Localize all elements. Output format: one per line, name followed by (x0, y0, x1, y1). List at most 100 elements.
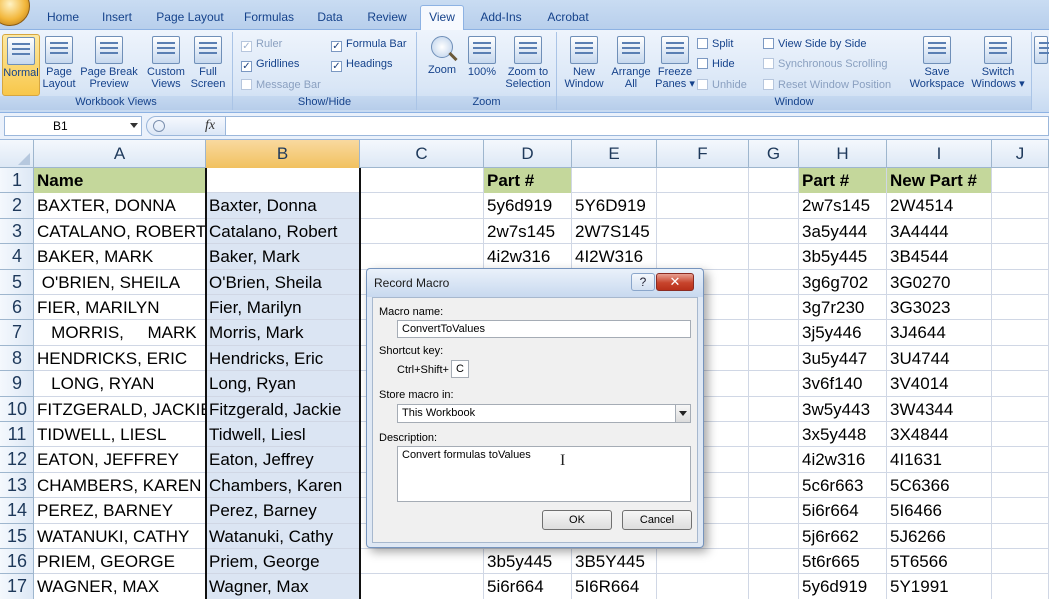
cell-h17[interactable]: 5y6d919 (799, 574, 886, 599)
cell-i13[interactable]: 5C6366 (887, 473, 991, 498)
split-button[interactable]: Split (697, 38, 733, 50)
row-header[interactable]: 11 (0, 422, 34, 448)
cell-d4[interactable]: 4i2w316 (484, 244, 571, 269)
cell-h2[interactable]: 2w7s145 (799, 193, 886, 218)
row-header[interactable]: 10 (0, 397, 34, 422)
page-break-preview-button[interactable]: Page Break Preview (80, 34, 138, 90)
cell-h7[interactable]: 3j5y446 (799, 320, 886, 345)
reset-window-position-button[interactable]: Reset Window Position (763, 79, 891, 91)
cell-h6[interactable]: 3g7r230 (799, 295, 886, 320)
chevron-down-icon[interactable] (130, 123, 138, 128)
cell-i17[interactable]: 5Y1991 (887, 574, 991, 599)
tab-add-ins[interactable]: Add-Ins (474, 6, 528, 30)
cell-a8[interactable]: HENDRICKS, ERIC (34, 346, 205, 371)
cell-h1[interactable]: Part # (799, 168, 886, 194)
cell-i4[interactable]: 3B4544 (887, 244, 991, 269)
hide-button[interactable]: Hide (697, 58, 735, 70)
cell-h12[interactable]: 4i2w316 (799, 447, 886, 472)
cell-a1[interactable]: Name (34, 168, 205, 194)
shortcut-key-input[interactable]: C (451, 360, 469, 378)
cell-h16[interactable]: 5t6r665 (799, 549, 886, 574)
cell-i1[interactable]: New Part # (887, 168, 991, 194)
cell-i10[interactable]: 3W4344 (887, 397, 991, 422)
row-header[interactable]: 15 (0, 524, 34, 549)
row-header[interactable]: 3 (0, 219, 34, 245)
cell-a11[interactable]: TIDWELL, LIESL (34, 422, 205, 447)
macro-name-input[interactable]: ConvertToValues (397, 320, 691, 338)
cell-a7[interactable]: MORRIS, MARK (34, 320, 205, 345)
zoom-100-button[interactable]: 100% (463, 34, 501, 78)
help-button[interactable]: ? (631, 273, 655, 291)
column-header-j[interactable]: J (992, 140, 1049, 168)
cell-e17[interactable]: 5I6R664 (572, 574, 656, 599)
tab-formulas[interactable]: Formulas (238, 6, 300, 30)
cell-i12[interactable]: 4I1631 (887, 447, 991, 472)
cell-b2[interactable]: Baxter, Donna (206, 193, 359, 218)
cell-a12[interactable]: EATON, JEFFREY (34, 447, 205, 472)
cell-d17[interactable]: 5i6r664 (484, 574, 571, 599)
cell-a15[interactable]: WATANUKI, CATHY (34, 524, 205, 549)
unhide-button[interactable]: Unhide (697, 79, 747, 91)
cell-i8[interactable]: 3U4744 (887, 346, 991, 371)
row-header[interactable]: 4 (0, 244, 34, 270)
view-side-by-side-button[interactable]: View Side by Side (763, 38, 866, 50)
cell-b10[interactable]: Fitzgerald, Jackie (206, 397, 359, 422)
cell-a9[interactable]: LONG, RYAN (34, 371, 205, 396)
cell-e1[interactable] (572, 168, 656, 193)
column-header-d[interactable]: D (484, 140, 572, 168)
cell-b4[interactable]: Baker, Mark (206, 244, 359, 269)
row-header[interactable]: 2 (0, 193, 34, 219)
cell-a6[interactable]: FIER, MARILYN (34, 295, 205, 320)
cell-i15[interactable]: 5J6266 (887, 524, 991, 549)
cell-e4[interactable]: 4I2W316 (572, 244, 656, 269)
cell-b16[interactable]: Priem, George (206, 549, 359, 574)
cell-i6[interactable]: 3G3023 (887, 295, 991, 320)
row-header[interactable]: 14 (0, 498, 34, 524)
formula-bar-checkbox[interactable]: ✓ Formula Bar (331, 38, 407, 52)
cell-a4[interactable]: BAKER, MARK (34, 244, 205, 269)
cell-h14[interactable]: 5i6r664 (799, 498, 886, 523)
cell-h9[interactable]: 3v6f140 (799, 371, 886, 396)
cell-h3[interactable]: 3a5y444 (799, 219, 886, 244)
cell-h13[interactable]: 5c6r663 (799, 473, 886, 498)
cell-h10[interactable]: 3w5y443 (799, 397, 886, 422)
column-header-i[interactable]: I (887, 140, 992, 168)
macros-button[interactable] (1034, 34, 1049, 66)
cell-d3[interactable]: 2w7s145 (484, 219, 571, 244)
column-header-c[interactable]: C (360, 140, 484, 168)
cell-b13[interactable]: Chambers, Karen (206, 473, 359, 498)
cell-b1[interactable] (206, 168, 359, 193)
arrange-all-button[interactable]: Arrange All (609, 34, 653, 90)
new-window-button[interactable]: New Window (561, 34, 607, 90)
tab-insert[interactable]: Insert (94, 6, 140, 30)
cell-b12[interactable]: Eaton, Jeffrey (206, 447, 359, 472)
tab-review[interactable]: Review (362, 6, 412, 30)
insert-function-icon[interactable]: fx (205, 118, 215, 134)
tab-home[interactable]: Home (40, 6, 86, 30)
cell-d16[interactable]: 3b5y445 (484, 549, 571, 574)
tab-page-layout[interactable]: Page Layout (152, 6, 228, 30)
cell-b8[interactable]: Hendricks, Eric (206, 346, 359, 371)
formula-expand-icon[interactable] (153, 120, 165, 132)
row-header[interactable]: 12 (0, 447, 34, 473)
cell-h8[interactable]: 3u5y447 (799, 346, 886, 371)
cell-i7[interactable]: 3J4644 (887, 320, 991, 345)
cell-d1[interactable]: Part # (484, 168, 571, 194)
cell-a2[interactable]: BAXTER, DONNA (34, 193, 205, 218)
tab-view[interactable]: View (420, 5, 464, 31)
cell-b17[interactable]: Wagner, Max (206, 574, 359, 599)
cell-a16[interactable]: PRIEM, GEORGE (34, 549, 205, 574)
cell-a5[interactable]: O'BRIEN, SHEILA (34, 270, 205, 295)
page-layout-view-button[interactable]: Page Layout (40, 34, 78, 90)
cell-a3[interactable]: CATALANO, ROBERT (34, 219, 205, 244)
ruler-checkbox[interactable]: ✓ Ruler (241, 38, 282, 52)
cell-h11[interactable]: 3x5y448 (799, 422, 886, 447)
cell-h15[interactable]: 5j6r662 (799, 524, 886, 549)
cell-b6[interactable]: Fier, Marilyn (206, 295, 359, 320)
cell-h4[interactable]: 3b5y445 (799, 244, 886, 269)
zoom-to-selection-button[interactable]: Zoom to Selection (501, 34, 555, 90)
cell-b5[interactable]: O'Brien, Sheila (206, 270, 359, 295)
cell-i3[interactable]: 3A4444 (887, 219, 991, 244)
cell-a13[interactable]: CHAMBERS, KAREN (34, 473, 205, 498)
full-screen-button[interactable]: Full Screen (188, 34, 228, 90)
